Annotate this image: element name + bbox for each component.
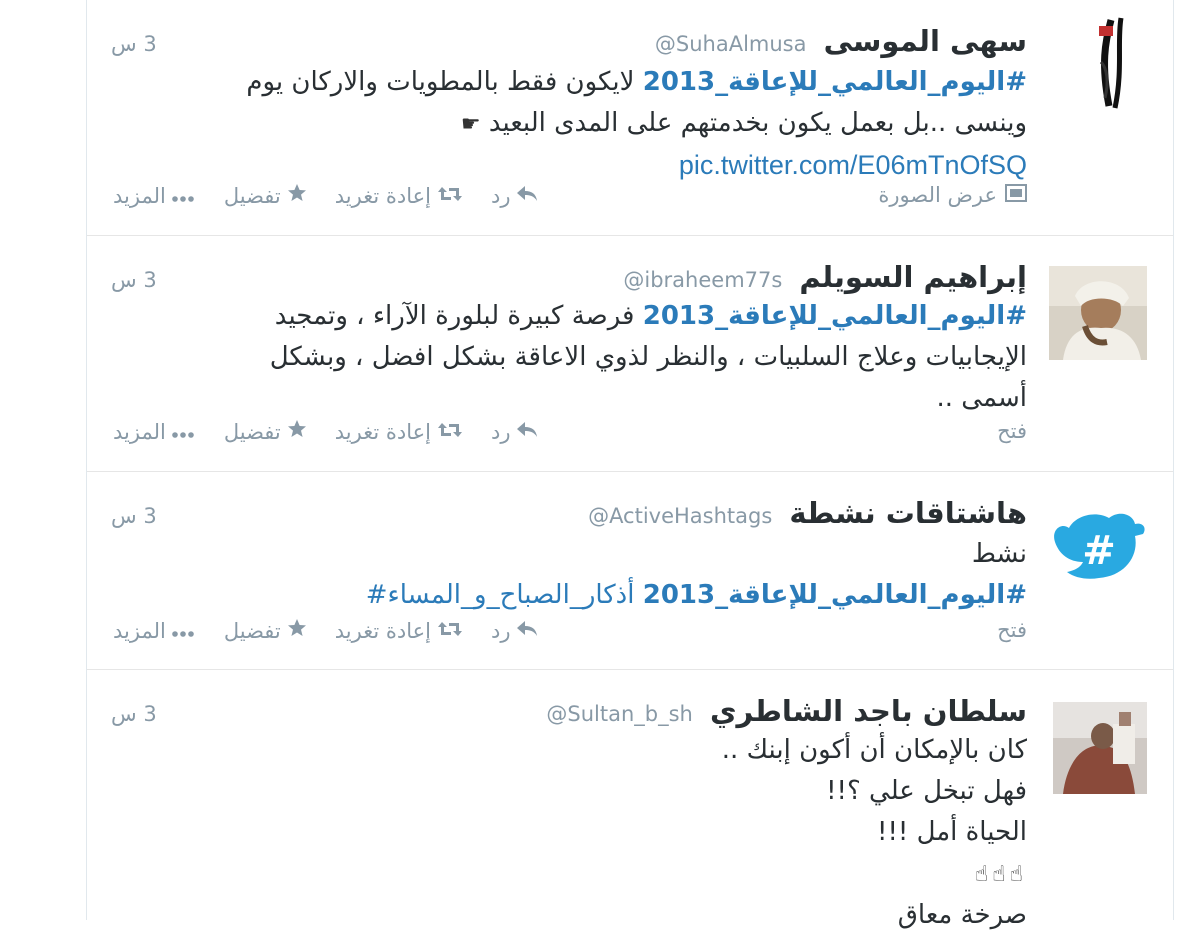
tweet-text-line: كان بالإمكان أن أكون إبنك ..	[721, 735, 1027, 765]
tweet-text-line: الإيجابيات وعلاج السلبيات ، والنظر لذوي …	[269, 342, 1027, 372]
more-label: المزيد	[113, 183, 166, 208]
avatar[interactable]	[1049, 266, 1147, 360]
tweet[interactable]: سلطان باجد الشاطري @Sultan_b_sh 3 س كان …	[87, 670, 1173, 930]
author-name[interactable]: هاشتاقات نشطة	[789, 496, 1027, 530]
avatar[interactable]	[1053, 702, 1147, 794]
author-name[interactable]: سهى الموسى	[824, 24, 1027, 58]
view-photo-label: عرض الصورة	[878, 183, 997, 207]
retweet-icon	[437, 619, 463, 643]
favorite-button[interactable]: تفضيل	[224, 419, 307, 444]
star-icon	[287, 618, 307, 643]
tweet-time[interactable]: 3 س	[111, 32, 157, 56]
author-username[interactable]: @SuhaAlmusa	[655, 32, 807, 56]
star-icon	[287, 419, 307, 444]
tweet-time[interactable]: 3 س	[111, 702, 157, 726]
retweet-icon	[437, 420, 463, 444]
retweet-label: إعادة تغريد	[334, 183, 431, 208]
tweet[interactable]: # هاشتاقات نشطة @ActiveHashtags 3 س نشط …	[87, 472, 1173, 670]
more-button[interactable]: المزيد	[113, 184, 194, 208]
view-photo-link[interactable]: عرض الصورة	[878, 183, 1027, 207]
tweet-text: كان بالإمكان أن أكون إبنك .. فهل تبخل عل…	[167, 730, 1027, 936]
svg-text:#: #	[1082, 528, 1116, 574]
tweet[interactable]: إبراهيم السويلم @ibraheem77s 3 س #اليوم_…	[87, 236, 1173, 472]
expand-link[interactable]: فتح	[997, 419, 1027, 443]
expand-label: فتح	[997, 618, 1027, 642]
ellipsis-icon	[172, 420, 194, 444]
reply-arrow-icon	[516, 420, 538, 444]
pic-link[interactable]: pic.twitter.com/E06mTnOfSQ	[679, 150, 1027, 180]
tweet-actions: رد إعادة تغريد تفضيل المزيد	[113, 419, 538, 444]
reply-arrow-icon	[516, 184, 538, 208]
tweet-text-line: لايكون فقط بالمطويات والاركان يوم	[246, 67, 643, 97]
tweet-text-line: أسمى ..	[936, 383, 1027, 413]
photo-icon	[1005, 183, 1027, 207]
favorite-label: تفضيل	[223, 183, 281, 208]
tweet-text-line: وينسى ..بل بعمل يكون بخدمتهم على المدى ا…	[488, 108, 1027, 138]
ellipsis-icon	[172, 619, 194, 643]
pointing-hand-icon: ☛	[460, 112, 481, 137]
reply-label: رد	[490, 419, 511, 444]
avatar[interactable]	[1049, 12, 1147, 110]
more-button[interactable]: المزيد	[113, 420, 194, 444]
hashtag-link[interactable]: #اليوم_العالمي_للإعاقة_2013	[643, 67, 1027, 97]
tweet-text-line: فهل تبخل علي ؟!!	[826, 776, 1027, 806]
retweet-label: إعادة تغريد	[334, 419, 431, 444]
tweet-text-line: فرصة كبيرة لبلورة الآراء ، وتمجيد	[274, 301, 643, 331]
tweet-text: #اليوم_العالمي_للإعاقة_2013 لايكون فقط ب…	[167, 62, 1027, 187]
ellipsis-icon	[172, 184, 194, 208]
pointing-hand-icon: ☝☝☝	[974, 862, 1027, 887]
tweet-stream: سهى الموسى @SuhaAlmusa 3 س #اليوم_العالم…	[86, 0, 1174, 930]
reply-button[interactable]: رد	[491, 420, 539, 444]
hashtag-link[interactable]: #اليوم_العالمي_للإعاقة_2013	[643, 580, 1027, 610]
author-username[interactable]: @ibraheem77s	[623, 268, 782, 292]
tweet-text: نشط #اليوم_العالمي_للإعاقة_2013 أذكار_ال…	[167, 534, 1027, 616]
tweet-text-line: صرخة معاق	[897, 900, 1027, 930]
tweet-actions: رد إعادة تغريد تفضيل المزيد	[113, 183, 538, 208]
avatar[interactable]: #	[1047, 508, 1149, 588]
expand-link[interactable]: فتح	[997, 618, 1027, 642]
retweet-button[interactable]: إعادة تغريد	[335, 619, 463, 643]
star-icon	[287, 183, 307, 208]
favorite-label: تفضيل	[223, 618, 281, 643]
reply-label: رد	[490, 183, 511, 208]
tweet-text-line: نشط	[971, 539, 1027, 569]
more-label: المزيد	[113, 618, 166, 643]
favorite-button[interactable]: تفضيل	[224, 618, 307, 643]
author-name[interactable]: سلطان باجد الشاطري	[710, 694, 1027, 728]
hashtag-link[interactable]: أذكار_الصباح_و_المساء#	[366, 580, 643, 610]
tweet-time[interactable]: 3 س	[111, 504, 157, 528]
author-username[interactable]: @Sultan_b_sh	[546, 702, 692, 726]
retweet-button[interactable]: إعادة تغريد	[335, 184, 463, 208]
author-username[interactable]: @ActiveHashtags	[588, 504, 772, 528]
reply-button[interactable]: رد	[491, 184, 539, 208]
tweet-text-line: الحياة أمل !!!	[877, 817, 1027, 847]
reply-label: رد	[490, 618, 511, 643]
tweet[interactable]: سهى الموسى @SuhaAlmusa 3 س #اليوم_العالم…	[87, 0, 1173, 236]
author-name[interactable]: إبراهيم السويلم	[799, 260, 1027, 294]
favorite-label: تفضيل	[223, 419, 281, 444]
more-label: المزيد	[113, 419, 166, 444]
tweet-text: #اليوم_العالمي_للإعاقة_2013 فرصة كبيرة ل…	[167, 296, 1027, 419]
reply-arrow-icon	[516, 619, 538, 643]
expand-label: فتح	[997, 419, 1027, 443]
retweet-icon	[437, 184, 463, 208]
favorite-button[interactable]: تفضيل	[224, 183, 307, 208]
retweet-label: إعادة تغريد	[334, 618, 431, 643]
hashtag-link[interactable]: #اليوم_العالمي_للإعاقة_2013	[643, 301, 1027, 331]
retweet-button[interactable]: إعادة تغريد	[335, 420, 463, 444]
more-button[interactable]: المزيد	[113, 619, 194, 643]
tweet-actions: رد إعادة تغريد تفضيل المزيد	[113, 618, 538, 643]
tweet-time[interactable]: 3 س	[111, 268, 157, 292]
reply-button[interactable]: رد	[491, 619, 539, 643]
